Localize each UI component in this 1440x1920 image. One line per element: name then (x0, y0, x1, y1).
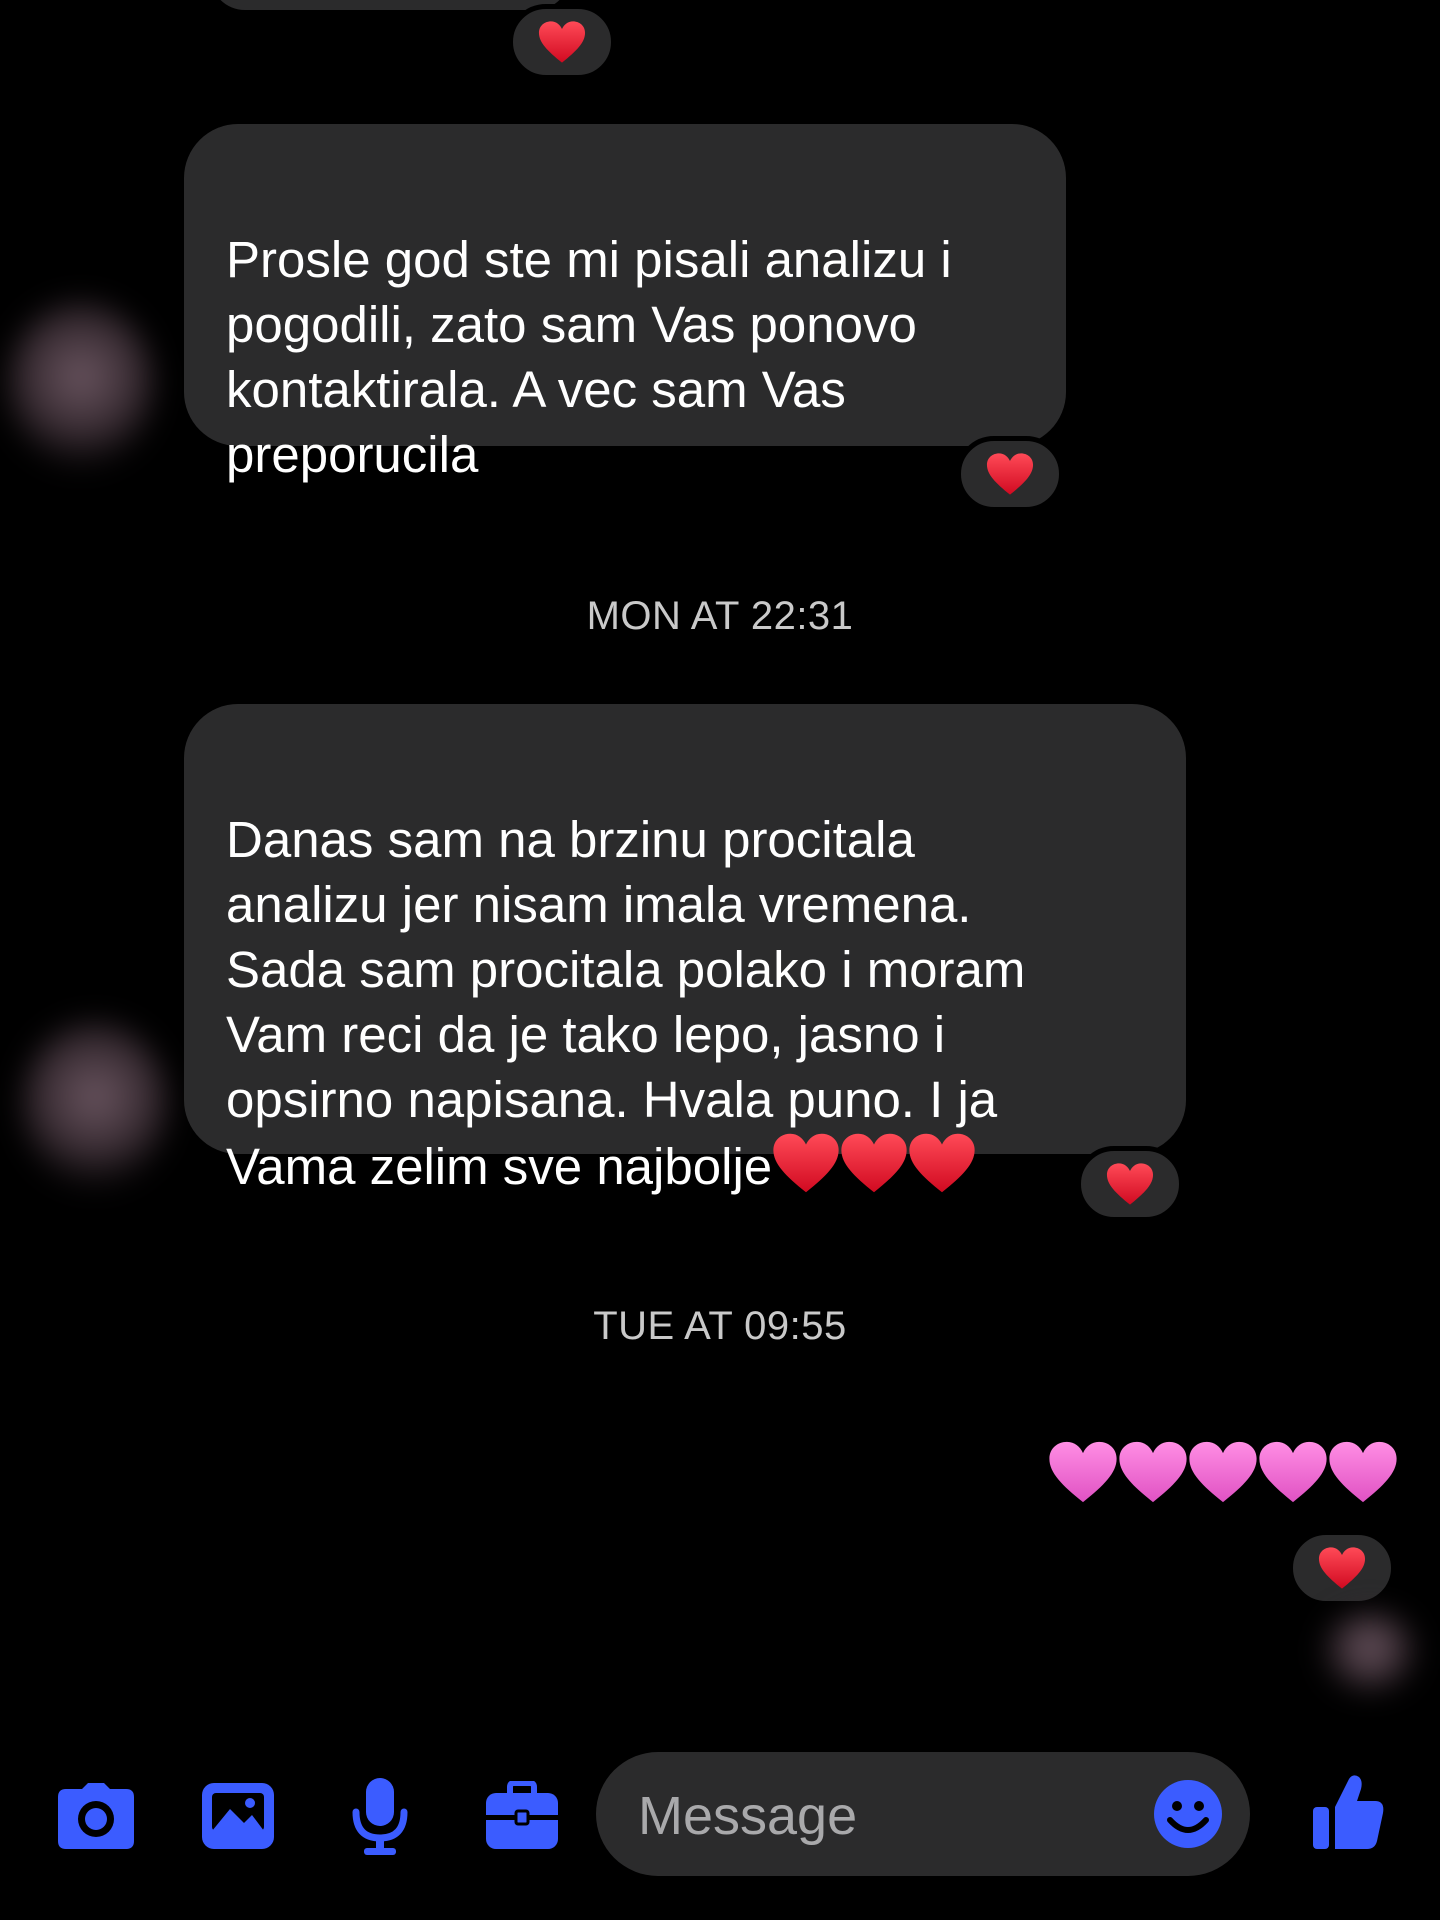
message-input[interactable]: Message (596, 1752, 1250, 1876)
red-heart-icon (1318, 1546, 1366, 1590)
pink-heart-icon (1188, 1440, 1258, 1504)
partial-message-bubble[interactable] (210, 0, 570, 10)
contact-avatar[interactable] (20, 1020, 170, 1190)
more-actions-button[interactable] (482, 1776, 562, 1856)
message-placeholder: Message (638, 1786, 858, 1846)
message-composer: Message (0, 1744, 1440, 1884)
red-heart-icon (1106, 1162, 1154, 1206)
camera-icon (58, 1783, 134, 1849)
camera-button[interactable] (56, 1776, 136, 1856)
red-heart-icon (840, 1132, 908, 1194)
received-message-bubble[interactable]: Prosle god ste mi pisali analizu i pogod… (184, 124, 1066, 483)
message-reaction[interactable] (1076, 1146, 1184, 1222)
emoji-icon[interactable] (1152, 1778, 1224, 1850)
pink-heart-icon (1328, 1440, 1398, 1504)
pink-heart-icon (1048, 1440, 1118, 1504)
inline-heart-emojis (772, 1138, 976, 1195)
briefcase-icon (486, 1781, 558, 1849)
timestamp-divider: MON AT 22:31 (586, 594, 854, 638)
microphone-icon (352, 1778, 408, 1855)
message-reaction[interactable] (956, 436, 1064, 512)
image-icon (202, 1783, 274, 1849)
red-heart-icon (986, 452, 1034, 496)
like-button[interactable] (1308, 1772, 1388, 1852)
red-heart-icon (538, 20, 586, 64)
pink-heart-icon (1118, 1440, 1188, 1504)
pink-heart-icon (1258, 1440, 1328, 1504)
contact-avatar[interactable] (6, 300, 156, 470)
red-heart-icon (772, 1132, 840, 1194)
message-text: Prosle god ste mi pisali analizu i pogod… (226, 231, 952, 483)
voice-button[interactable] (340, 1776, 420, 1856)
gallery-button[interactable] (198, 1776, 278, 1856)
thumbs-up-icon (1313, 1775, 1384, 1849)
sent-emoji-message[interactable] (1048, 1440, 1398, 1504)
message-reaction[interactable] (1288, 1530, 1396, 1606)
message-reaction[interactable] (508, 4, 616, 80)
red-heart-icon (908, 1132, 976, 1194)
received-message-bubble[interactable]: Danas sam na brzinu procitala analizu je… (184, 704, 1186, 1195)
seen-avatar (1320, 1612, 1420, 1692)
timestamp-divider: TUE AT 09:55 (593, 1304, 847, 1348)
